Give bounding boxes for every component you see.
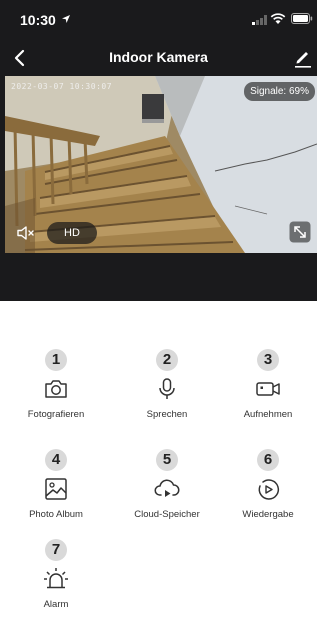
control-photo-album[interactable]: 4 Photo Album — [6, 449, 106, 520]
control-label: Fotografieren — [27, 409, 85, 420]
control-record[interactable]: 3 Aufnehmen — [218, 349, 318, 420]
control-cloud-storage[interactable]: 5 Cloud-Speicher — [117, 449, 217, 520]
control-label: Sprechen — [146, 409, 188, 420]
control-playback[interactable]: 6 Wiedergabe — [218, 449, 318, 520]
wifi-icon — [270, 13, 286, 24]
step-number: 4 — [45, 449, 67, 471]
edit-pencil-icon[interactable] — [294, 47, 312, 69]
control-talk[interactable]: 2 Sprechen — [117, 349, 217, 420]
playback-icon — [258, 479, 280, 500]
step-number: 5 — [156, 449, 178, 471]
control-label: Photo Album — [29, 509, 83, 520]
status-bar: 10:30 — [0, 0, 317, 40]
step-number: 3 — [257, 349, 279, 371]
control-label: Wiedergabe — [242, 509, 294, 520]
cloud-play-icon — [154, 479, 180, 497]
microphone-icon — [159, 378, 175, 399]
camera-icon — [45, 380, 67, 398]
step-number: 1 — [45, 349, 67, 371]
siren-alarm-icon — [44, 568, 68, 589]
video-camera-icon — [256, 382, 280, 396]
page-title: Indoor Kamera — [109, 49, 208, 65]
signal-strength-badge: Signale: 69% — [244, 82, 315, 101]
control-alarm[interactable]: 7 Alarm — [6, 539, 106, 610]
image-icon — [45, 478, 67, 500]
quality-hd-button[interactable]: HD — [47, 222, 97, 244]
control-take-photo[interactable]: 1 Fotografieren — [6, 349, 106, 420]
camera-live-view[interactable]: 2022-03-07 10:30:07 Signale: 69% HD — [5, 76, 317, 253]
cellular-signal-icon — [252, 15, 267, 25]
step-number: 7 — [45, 539, 67, 561]
step-number: 2 — [156, 349, 178, 371]
feed-timestamp: 2022-03-07 10:30:07 — [11, 82, 113, 91]
control-label: Aufnehmen — [243, 409, 293, 420]
location-arrow-icon — [62, 15, 70, 23]
fullscreen-icon[interactable] — [289, 221, 311, 243]
battery-icon — [291, 13, 313, 24]
control-label: Alarm — [43, 599, 69, 610]
status-time: 10:30 — [20, 12, 56, 28]
back-button[interactable] — [8, 46, 32, 70]
step-number: 6 — [257, 449, 279, 471]
control-label: Cloud-Speicher — [134, 509, 200, 520]
nav-bar: Indoor Kamera — [0, 40, 317, 76]
camera-controls-panel: 1 Fotografieren 2 Sprechen 3 Aufnehmen 4 — [0, 301, 317, 643]
speaker-mute-icon[interactable] — [15, 222, 37, 244]
